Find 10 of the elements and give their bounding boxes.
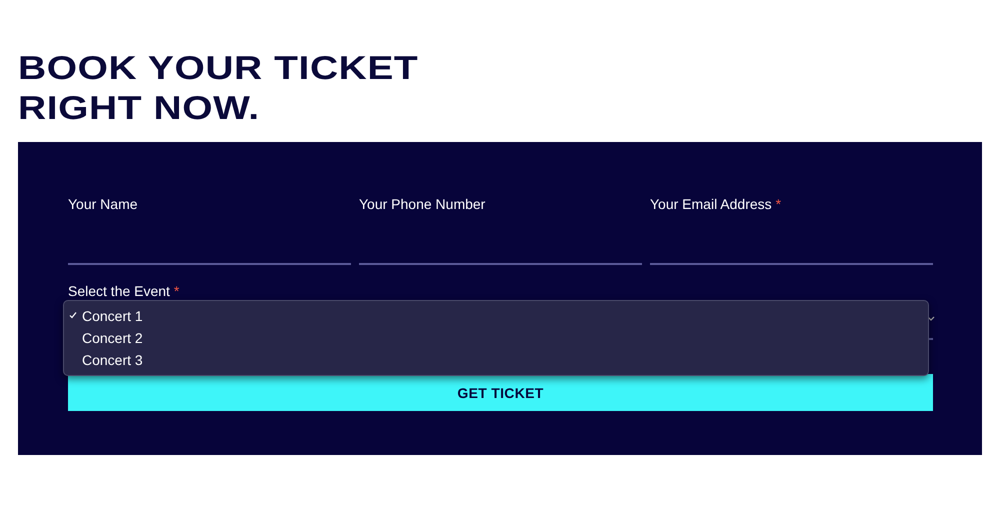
field-label: Your Phone Number <box>359 196 486 213</box>
field-label: Your Name <box>68 196 138 213</box>
field-label: Your Email Address * <box>650 196 782 213</box>
page-heading: RIGHT NOW. <box>18 88 260 128</box>
field-label: Select the Event * <box>68 283 180 300</box>
get-ticket-button[interactable]: GET TICKET <box>68 374 933 411</box>
dropdown-option[interactable]: Concert 1 <box>82 308 143 324</box>
dropdown-option[interactable]: Concert 2 <box>82 330 143 346</box>
page-heading: BOOK YOUR TICKET <box>18 48 418 88</box>
dropdown-option[interactable]: Concert 3 <box>82 352 143 368</box>
